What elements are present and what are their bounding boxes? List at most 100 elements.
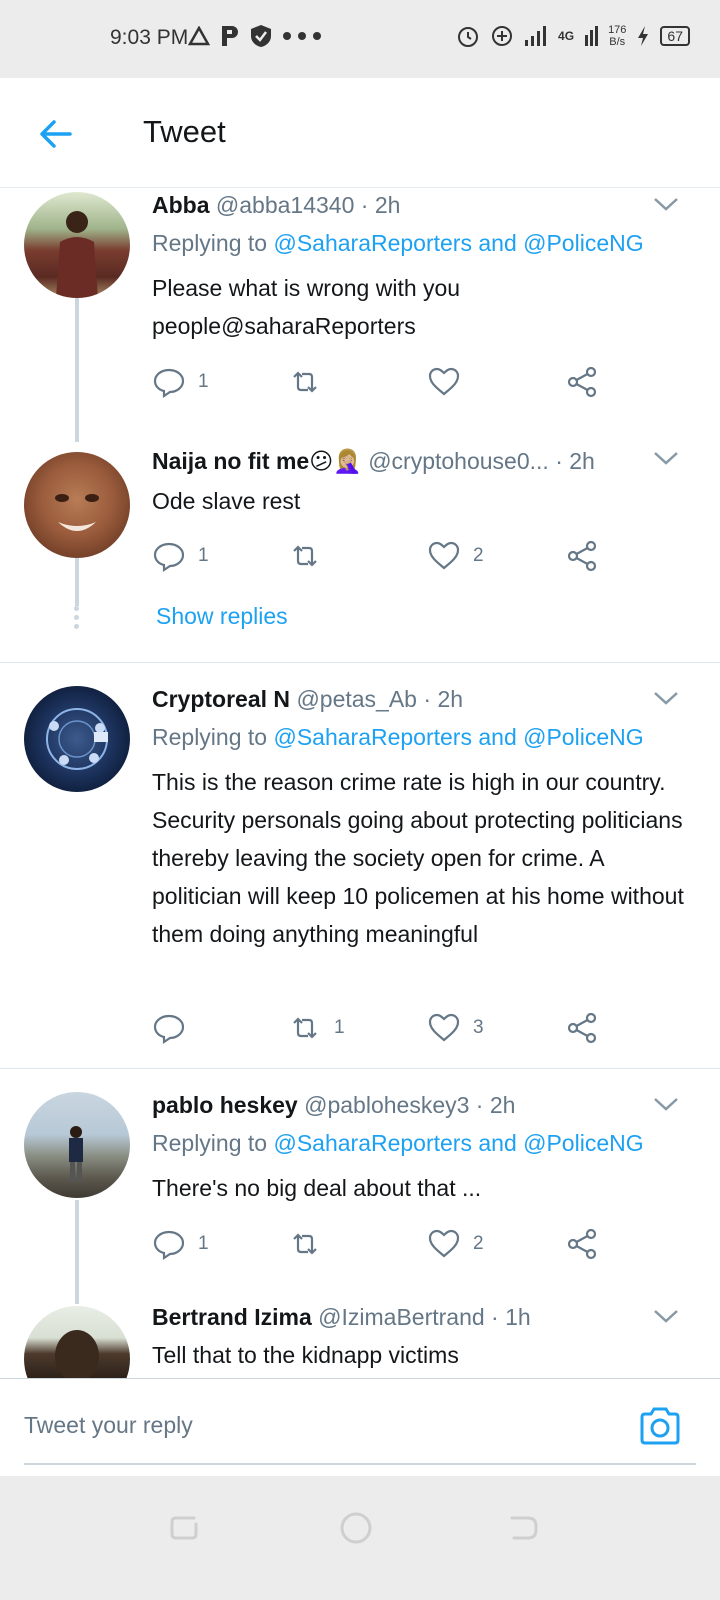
author-handle[interactable]: @abba14340: [216, 192, 354, 218]
app-header: Tweet: [0, 78, 720, 188]
author-name[interactable]: Naija no fit me😕🤦🏼‍♀️: [152, 448, 362, 474]
heart-icon: [428, 541, 460, 570]
author-name[interactable]: Bertrand Izima: [152, 1304, 312, 1330]
signal-icon-2: [585, 26, 599, 46]
reply-input[interactable]: [24, 1405, 584, 1445]
reply-button[interactable]: 1: [152, 536, 209, 576]
back-arrow-icon[interactable]: [36, 114, 76, 154]
chevron-down-icon[interactable]: [652, 448, 680, 468]
author-handle[interactable]: @petas_Ab: [296, 686, 417, 712]
like-button[interactable]: [427, 362, 473, 402]
tweet-header: Bertrand Izima @IzimaBertrand · 1h: [152, 1304, 531, 1331]
retweet-count: 1: [334, 1017, 345, 1038]
tweet-item[interactable]: pablo heskey @pabloheskey3 · 2h Replying…: [0, 1088, 720, 1308]
thread-dots: [74, 606, 80, 633]
tweet-actions: 1 3: [152, 1008, 652, 1048]
share-icon: [567, 366, 597, 398]
reply-count: 1: [198, 1233, 209, 1254]
tweet-text: Tell that to the kidnapp victims: [152, 1342, 459, 1368]
tweet-item[interactable]: Bertrand Izima @IzimaBertrand · 1h Tell …: [0, 1300, 720, 1378]
retweet-button[interactable]: 1: [288, 1008, 345, 1048]
like-button[interactable]: 2: [427, 1224, 484, 1264]
retweet-button[interactable]: [288, 536, 334, 576]
avatar[interactable]: [24, 1092, 130, 1198]
author-name[interactable]: Cryptoreal N: [152, 686, 290, 712]
tweet-item[interactable]: Cryptoreal N @petas_Ab · 2h Replying to …: [0, 682, 720, 1062]
avatar[interactable]: [24, 1306, 130, 1378]
share-button[interactable]: [565, 1224, 599, 1264]
status-bar: 9:03 PM 4G 176 B/s 67: [0, 0, 720, 78]
like-count: 3: [473, 1017, 484, 1038]
replying-prefix: Replying to: [152, 1130, 274, 1156]
reply-button[interactable]: 1: [152, 1224, 209, 1264]
avatar[interactable]: [24, 452, 130, 558]
tweet-header: pablo heskey @pabloheskey3 · 2h: [152, 1092, 515, 1119]
chevron-down-icon[interactable]: [652, 1094, 680, 1114]
author-handle[interactable]: @cryptohouse0...: [368, 448, 549, 474]
comment-icon: [153, 542, 185, 573]
chevron-down-icon[interactable]: [652, 1306, 680, 1326]
chevron-down-icon[interactable]: [652, 688, 680, 708]
charging-icon: [638, 26, 649, 46]
status-time: 9:03 PM: [110, 26, 189, 49]
share-button[interactable]: [565, 1008, 599, 1048]
show-replies-link[interactable]: Show replies: [156, 603, 288, 630]
thread-line: [75, 1200, 79, 1304]
avatar[interactable]: [24, 686, 130, 792]
replying-mentions[interactable]: @SaharaReporters and @PoliceNG: [273, 1130, 643, 1156]
avatar-person-face: [55, 1330, 99, 1378]
like-button[interactable]: 2: [427, 536, 484, 576]
camera-icon[interactable]: [638, 1405, 682, 1447]
tweet-header: Abba @abba14340 · 2h: [152, 192, 400, 219]
home-icon[interactable]: [336, 1508, 376, 1548]
more-dots-icon: [283, 32, 321, 40]
avatar[interactable]: [24, 192, 130, 298]
author-name[interactable]: Abba: [152, 192, 210, 218]
net-speed-value: 176: [608, 24, 627, 36]
reply-button[interactable]: 1: [152, 362, 209, 402]
data-saver-icon: [492, 26, 513, 46]
tweet-actions: 1 2: [152, 536, 652, 576]
network-type: 4G: [558, 29, 575, 43]
share-icon: [567, 1012, 597, 1044]
tweet-time: 2h: [569, 448, 595, 474]
comment-icon: [153, 368, 185, 399]
like-button[interactable]: 3: [427, 1008, 484, 1048]
reply-button[interactable]: [152, 1008, 198, 1048]
share-icon: [567, 540, 597, 572]
like-count: 2: [473, 545, 484, 566]
avatar-face: [55, 494, 99, 531]
replying-to: Replying to @SaharaReporters and @Police…: [152, 230, 644, 257]
retweet-button[interactable]: [288, 362, 334, 402]
share-button[interactable]: [565, 362, 599, 402]
share-icon: [567, 1228, 597, 1260]
divider: [0, 662, 720, 663]
recent-apps-icon[interactable]: [164, 1508, 204, 1548]
separator: ·: [548, 448, 570, 474]
back-nav-icon[interactable]: [504, 1508, 544, 1548]
tweet-time: 2h: [489, 1092, 516, 1118]
reply-count: 1: [198, 545, 209, 566]
tweet-item[interactable]: Naija no fit me😕🤦🏼‍♀️ @cryptohouse0... ·…: [0, 440, 720, 660]
shield-icon: [251, 25, 271, 47]
replying-to: Replying to @SaharaReporters and @Police…: [152, 724, 644, 751]
author-handle[interactable]: @IzimaBertrand: [318, 1304, 485, 1330]
chevron-down-icon[interactable]: [652, 194, 680, 214]
author-handle[interactable]: @pabloheskey3: [304, 1092, 469, 1118]
battery-indicator: 67: [660, 26, 690, 46]
retweet-icon: [293, 545, 317, 567]
net-speed: 176 B/s: [608, 24, 626, 48]
replying-mentions[interactable]: @SaharaReporters and @PoliceNG: [273, 724, 643, 750]
author-name[interactable]: pablo heskey: [152, 1092, 298, 1118]
replying-mentions[interactable]: @SaharaReporters and @PoliceNG: [273, 230, 643, 256]
heart-icon: [428, 367, 460, 396]
like-count: 2: [473, 1233, 484, 1254]
reply-count: 1: [198, 371, 209, 392]
tweet-header: Cryptoreal N @petas_Ab · 2h: [152, 686, 463, 713]
share-button[interactable]: [565, 536, 599, 576]
tweet-actions: 1 2: [152, 1224, 652, 1264]
retweet-button[interactable]: [288, 1224, 334, 1264]
thread-line: [75, 558, 79, 606]
tweet-text: This is the reason crime rate is high in…: [152, 769, 684, 947]
warning-icon: [188, 26, 210, 46]
